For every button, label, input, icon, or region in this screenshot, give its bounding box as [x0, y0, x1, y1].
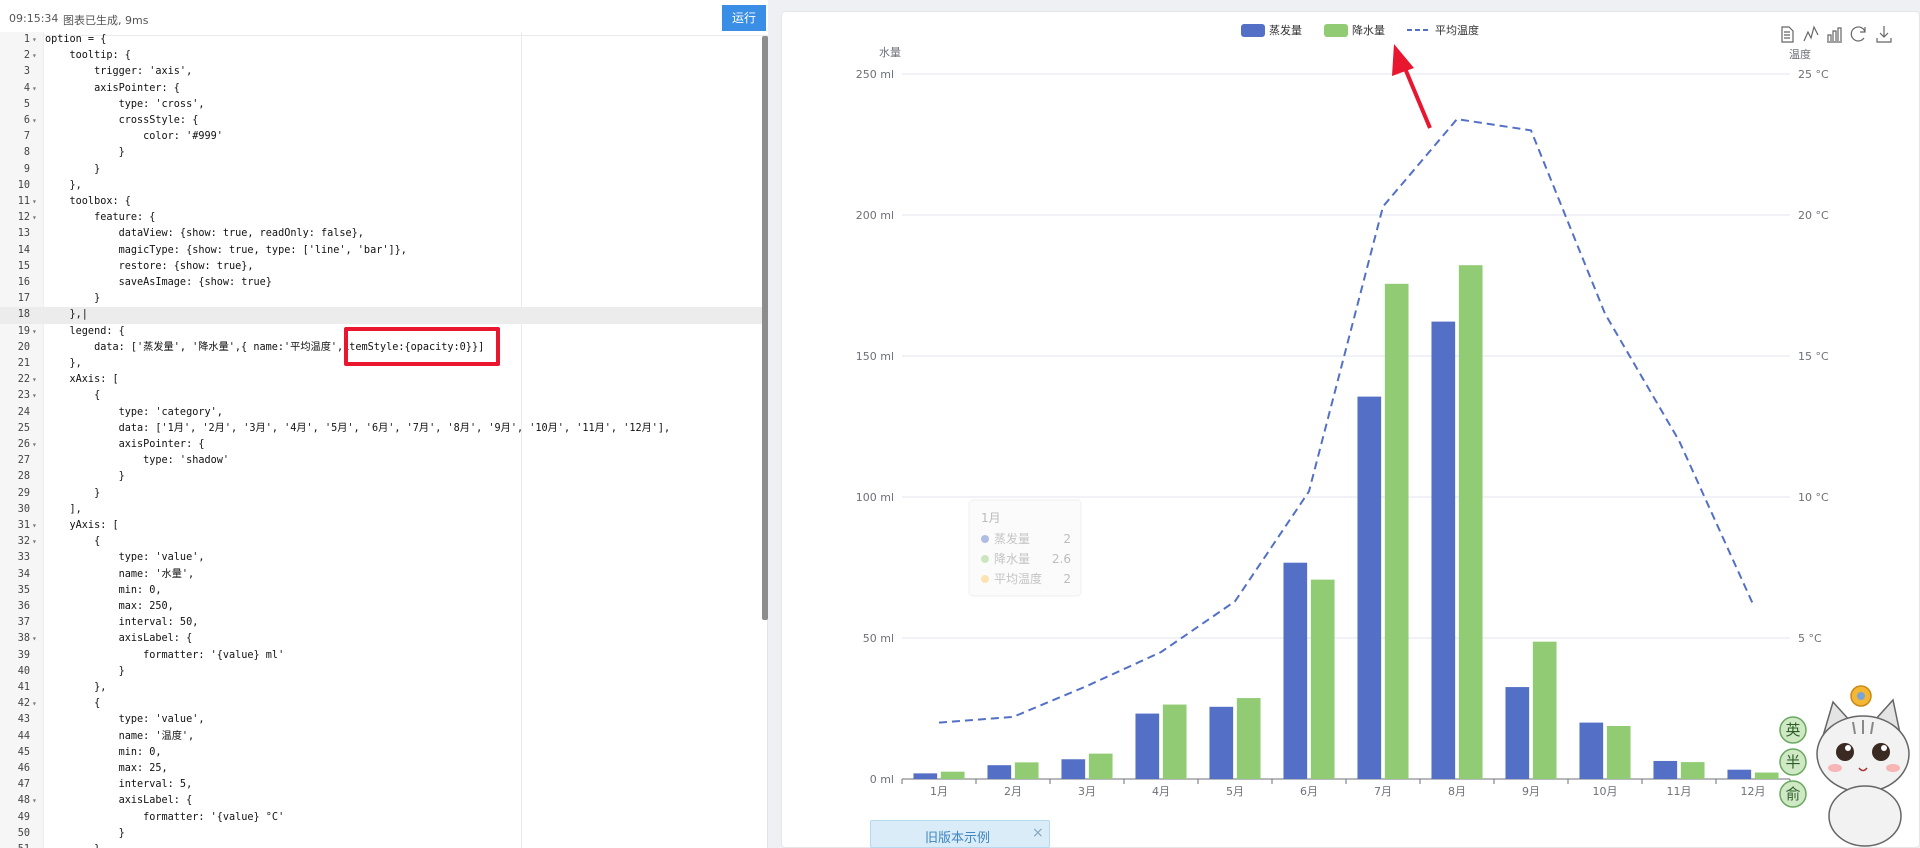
- x-tick-label: 7月: [1374, 785, 1392, 798]
- y-left-tick-label: 0 ml: [870, 773, 894, 786]
- mascot-cat-image: 英 半 俞: [1779, 685, 1910, 847]
- close-icon[interactable]: ×: [1032, 825, 1044, 841]
- bar-evaporation[interactable]: [1061, 759, 1086, 779]
- x-tick-label: 1月: [930, 785, 948, 798]
- legend-swatch[interactable]: [1241, 24, 1265, 37]
- mascot-char-2: 半: [1785, 753, 1800, 771]
- old-version-label: 旧版本示例: [925, 831, 991, 846]
- y-right-tick-label: 20 °C: [1798, 209, 1829, 222]
- y-right-axis-name: 温度: [1789, 47, 1811, 61]
- bar-precipitation[interactable]: [1162, 704, 1187, 779]
- bar-evaporation[interactable]: [913, 773, 938, 779]
- bar-precipitation[interactable]: [1014, 762, 1039, 779]
- x-tick-label: 6月: [1300, 785, 1318, 798]
- y-right-tick-label: 10 °C: [1798, 491, 1829, 504]
- bar-evaporation[interactable]: [1135, 713, 1160, 779]
- tooltip-label: 平均温度: [994, 571, 1042, 586]
- bar-evaporation[interactable]: [1505, 687, 1530, 779]
- chart-canvas[interactable]: 0 ml 50 ml 100 ml 150 ml 200 ml 250 ml 5 °C 10 …: [0, 0, 1920, 848]
- bar-chart-icon[interactable]: [1827, 27, 1842, 43]
- y-left-axis-name: 水量: [879, 46, 901, 59]
- x-tick-label: 11月: [1667, 785, 1692, 798]
- bar-evaporation[interactable]: [1431, 321, 1456, 779]
- x-tick-label: 3月: [1078, 785, 1096, 798]
- old-version-tag[interactable]: 旧版本示例 ×: [870, 820, 1050, 848]
- tooltip-value: 2: [1063, 572, 1071, 586]
- x-tick-label: 4月: [1152, 785, 1170, 798]
- line-chart-icon[interactable]: [1803, 25, 1819, 42]
- x-tick-label: 8月: [1448, 785, 1466, 798]
- bar-evaporation[interactable]: [1579, 722, 1604, 779]
- x-tick-label: 9月: [1522, 785, 1540, 798]
- mascot-char-3: 俞: [1785, 785, 1800, 803]
- x-tick-label: 5月: [1226, 785, 1244, 798]
- bar-precipitation[interactable]: [940, 771, 965, 779]
- tooltip-title: 1月: [981, 511, 1001, 525]
- x-tick-label: 12月: [1741, 785, 1766, 798]
- tooltip-marker: [981, 555, 989, 563]
- y-right-tick-label: 15 °C: [1798, 350, 1829, 363]
- bar-evaporation[interactable]: [1283, 562, 1308, 779]
- bar-evaporation[interactable]: [1357, 396, 1382, 779]
- bar-precipitation[interactable]: [1310, 579, 1335, 779]
- bar-precipitation[interactable]: [1532, 641, 1557, 779]
- y-left-tick-label: 50 ml: [863, 632, 894, 645]
- bar-precipitation[interactable]: [1680, 762, 1705, 779]
- bar-evaporation[interactable]: [987, 765, 1012, 779]
- y-left-tick-label: 150 ml: [856, 350, 894, 363]
- bar-precipitation[interactable]: [1384, 283, 1409, 779]
- annotation-arrow: [1392, 44, 1432, 129]
- legend-swatch[interactable]: [1324, 24, 1348, 37]
- y-left-tick-label: 100 ml: [856, 491, 894, 504]
- save-image-icon[interactable]: [1876, 26, 1892, 43]
- y-right-tick-label: 25 °C: [1798, 68, 1829, 81]
- temperature-line[interactable]: [938, 118, 1754, 724]
- x-tick-label: 10月: [1593, 785, 1618, 798]
- bar-precipitation[interactable]: [1458, 265, 1483, 779]
- tooltip-marker: [981, 575, 989, 583]
- tooltip-label: 降水量: [994, 552, 1030, 566]
- bar-evaporation[interactable]: [1727, 769, 1752, 779]
- legend-item-label[interactable]: 平均温度: [1435, 23, 1479, 37]
- tooltip-marker: [981, 535, 989, 543]
- legend-item-label[interactable]: 降水量: [1352, 23, 1385, 37]
- legend-item-label[interactable]: 蒸发量: [1269, 23, 1302, 37]
- tooltip-value: 2.6: [1052, 552, 1071, 566]
- tooltip-label: 蒸发量: [994, 531, 1030, 546]
- bar-precipitation[interactable]: [1236, 698, 1261, 779]
- restore-icon[interactable]: [1850, 26, 1866, 42]
- bar-precipitation[interactable]: [1606, 725, 1631, 779]
- bar-evaporation[interactable]: [1209, 706, 1234, 779]
- x-tick-label: 2月: [1004, 785, 1022, 798]
- y-right-tick-label: 5 °C: [1798, 632, 1822, 645]
- y-left-tick-label: 250 ml: [856, 68, 894, 81]
- mascot-badge: 英 半 俞: [1779, 716, 1807, 808]
- bar-evaporation[interactable]: [1653, 760, 1678, 779]
- data-view-icon[interactable]: [1781, 26, 1794, 43]
- tooltip-value: 2: [1063, 532, 1071, 546]
- bar-precipitation[interactable]: [1088, 753, 1113, 779]
- y-left-tick-label: 200 ml: [856, 209, 894, 222]
- mascot-char-1: 英: [1785, 721, 1800, 739]
